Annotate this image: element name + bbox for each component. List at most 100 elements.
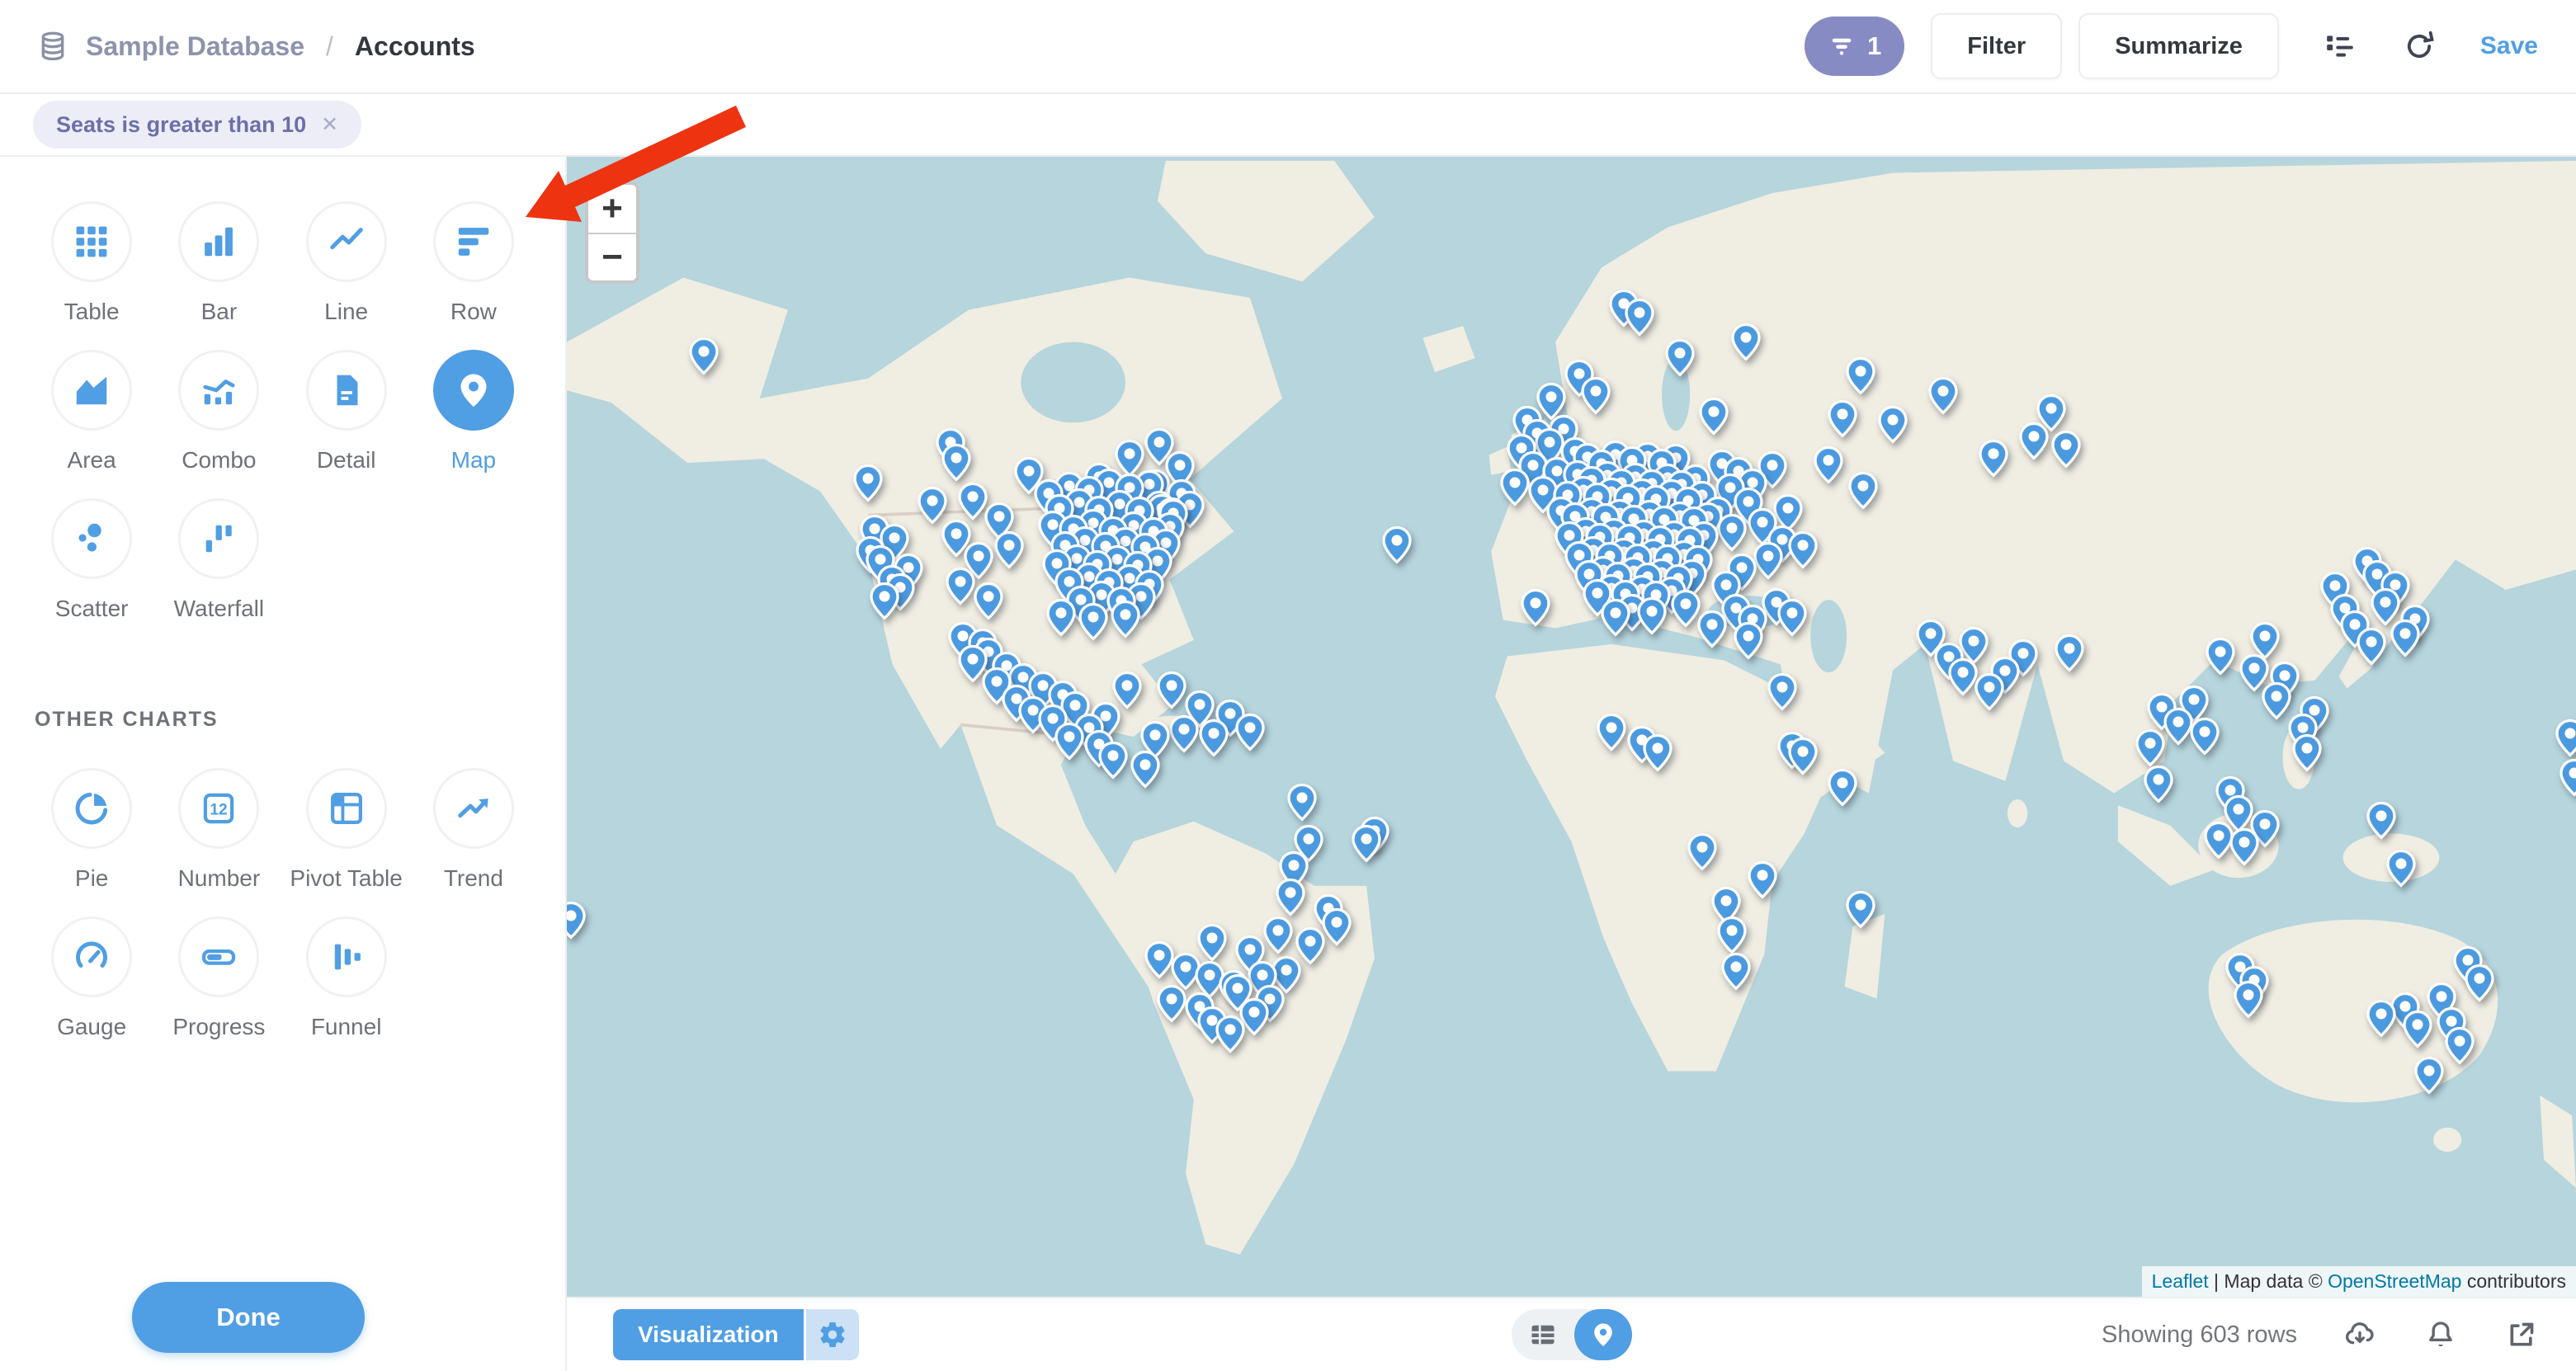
chart-type-detail[interactable]: Detail <box>283 350 410 473</box>
leaflet-map[interactable]: + − Leaflet | Map data © OpenStreetMap c… <box>567 157 2576 1297</box>
map-pin[interactable] <box>1776 599 1809 638</box>
map-pin[interactable] <box>2365 802 2398 841</box>
map-pin[interactable] <box>1519 588 1552 627</box>
chart-type-pivot-table[interactable]: Pivot Table <box>283 768 410 892</box>
chart-type-scatter[interactable]: Scatter <box>28 498 155 622</box>
chart-type-line[interactable]: Line <box>283 201 410 325</box>
breadcrumb-database[interactable]: Sample Database <box>86 31 304 62</box>
map-pin[interactable] <box>2204 638 2237 676</box>
map-pin[interactable] <box>2134 728 2167 767</box>
visualization-settings-button[interactable] <box>806 1309 859 1360</box>
map-pin[interactable] <box>687 337 720 375</box>
map-pin[interactable] <box>1766 673 1799 712</box>
filter-chip[interactable]: Seats is greater than 10✕ <box>33 101 361 148</box>
map-pin[interactable] <box>1350 824 1383 863</box>
map-pin[interactable] <box>1097 742 1130 780</box>
map-pin[interactable] <box>1045 599 1078 638</box>
map-pin[interactable] <box>1579 376 1612 415</box>
map-pin[interactable] <box>2401 1011 2434 1049</box>
map-pin[interactable] <box>1973 673 2006 712</box>
chart-type-gauge[interactable]: Gauge <box>28 916 155 1040</box>
map-pin[interactable] <box>2050 430 2083 469</box>
chart-type-waterfall[interactable]: Waterfall <box>155 498 282 622</box>
table-view-toggle[interactable] <box>1512 1309 1574 1360</box>
map-pin[interactable] <box>1663 339 1696 378</box>
map-pin[interactable] <box>1732 621 1765 660</box>
chart-type-number[interactable]: 12Number <box>155 768 282 892</box>
map-pin[interactable] <box>1053 722 1086 761</box>
map-pin[interactable] <box>2463 963 2496 1002</box>
map-pin[interactable] <box>1697 397 1730 436</box>
map-pin[interactable] <box>1168 715 1201 754</box>
visualization-button[interactable]: Visualization <box>613 1309 804 1360</box>
map-pin[interactable] <box>1635 596 1668 635</box>
chart-type-area[interactable]: Area <box>28 350 155 473</box>
map-pin[interactable] <box>2142 766 2175 804</box>
map-pin[interactable] <box>852 464 885 503</box>
chart-type-funnel[interactable]: Funnel <box>283 916 410 1040</box>
map-pin[interactable] <box>1729 323 1762 361</box>
map-pin[interactable] <box>940 444 973 483</box>
map-pin[interactable] <box>1641 733 1674 772</box>
filter-button[interactable]: Filter <box>1931 13 2062 79</box>
map-pin[interactable] <box>1720 952 1753 991</box>
chart-type-table[interactable]: Table <box>28 201 155 325</box>
map-pin[interactable] <box>972 582 1005 620</box>
chart-type-trend[interactable]: Trend <box>410 768 537 892</box>
chart-type-row[interactable]: Row <box>410 201 537 325</box>
chart-type-combo[interactable]: Combo <box>155 350 282 473</box>
map-pin[interactable] <box>567 901 587 940</box>
notebook-icon[interactable] <box>2322 28 2358 64</box>
map-pin[interactable] <box>1826 399 1859 438</box>
active-filter-count-pill[interactable]: 1 <box>1805 16 1904 76</box>
map-pin[interactable] <box>2389 620 2422 658</box>
map-pin[interactable] <box>1812 446 1845 485</box>
map-pin[interactable] <box>2291 733 2324 772</box>
leaflet-link[interactable]: Leaflet <box>2152 1270 2209 1292</box>
map-pin[interactable] <box>1234 713 1267 751</box>
cloud-download-icon[interactable] <box>2342 1317 2378 1353</box>
map-pin[interactable] <box>1927 376 1960 415</box>
map-pin[interactable] <box>2228 828 2261 867</box>
map-pin[interactable] <box>1262 916 1295 954</box>
map-pin[interactable] <box>2188 718 2221 756</box>
map-pin[interactable] <box>1696 610 1729 649</box>
close-icon[interactable]: ✕ <box>321 112 338 137</box>
map-pin[interactable] <box>1847 471 1880 510</box>
chart-type-map[interactable]: Map <box>410 350 537 473</box>
map-pin[interactable] <box>1599 599 1632 638</box>
map-pin[interactable] <box>1380 525 1413 564</box>
map-pin[interactable] <box>2365 999 2398 1038</box>
map-pin[interactable] <box>1786 530 1819 569</box>
map-pin[interactable] <box>2443 1026 2476 1065</box>
map-pin[interactable] <box>1786 737 1819 775</box>
summarize-button[interactable]: Summarize <box>2078 13 2279 79</box>
map-pin[interactable] <box>2554 718 2576 757</box>
map-view-toggle[interactable] <box>1574 1309 1632 1360</box>
map-pin[interactable] <box>2413 1056 2446 1095</box>
map-pin[interactable] <box>1286 784 1319 822</box>
map-pin[interactable] <box>1686 832 1719 871</box>
map-pin[interactable] <box>1826 769 1859 808</box>
bell-icon[interactable] <box>2423 1317 2459 1353</box>
map-pin[interactable] <box>993 530 1026 569</box>
openstreetmap-link[interactable]: OpenStreetMap <box>2328 1270 2461 1292</box>
map-pin[interactable] <box>1129 751 1162 789</box>
zoom-in-button[interactable]: + <box>588 185 636 233</box>
map-pin[interactable] <box>2558 758 2576 797</box>
map-pin[interactable] <box>2355 627 2388 666</box>
map-pin[interactable] <box>2053 634 2086 673</box>
done-button[interactable]: Done <box>132 1282 365 1353</box>
external-link-icon[interactable] <box>2503 1317 2540 1353</box>
chart-type-pie[interactable]: Pie <box>28 768 155 892</box>
map-pin[interactable] <box>1109 600 1142 638</box>
map-pin[interactable] <box>868 582 901 620</box>
map-pin[interactable] <box>2017 422 2050 461</box>
chart-type-progress[interactable]: Progress <box>155 916 282 1040</box>
map-pin[interactable] <box>1977 439 2010 478</box>
map-pin[interactable] <box>1844 357 1877 396</box>
chart-type-bar[interactable]: Bar <box>155 201 282 325</box>
zoom-out-button[interactable]: − <box>588 233 636 280</box>
map-pin[interactable] <box>2232 981 2265 1020</box>
map-pin[interactable] <box>1274 878 1307 916</box>
